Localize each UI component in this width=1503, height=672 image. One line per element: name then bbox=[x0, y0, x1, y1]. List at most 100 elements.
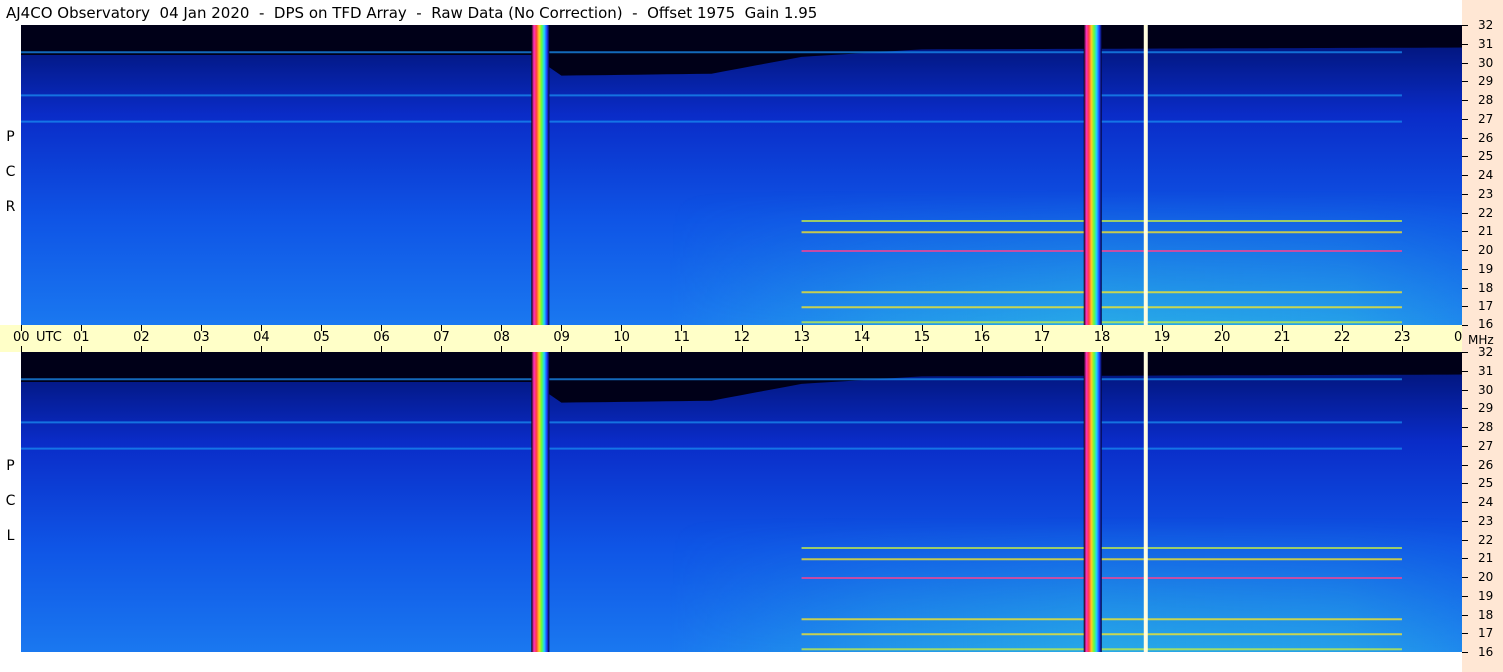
utc-tick-mark bbox=[1341, 346, 1343, 352]
freq-tick-label: 25 bbox=[1478, 149, 1494, 164]
freq-tick-mark bbox=[1462, 539, 1468, 541]
utc-tick-mark bbox=[741, 346, 743, 352]
calibration-band bbox=[1083, 25, 1102, 325]
utc-tick-label: 07 bbox=[433, 330, 450, 345]
freq-tick-label: 21 bbox=[1478, 551, 1494, 566]
freq-tick-label: 19 bbox=[1478, 588, 1494, 603]
utc-tick-mark bbox=[1281, 325, 1283, 331]
utc-tick-mark bbox=[1221, 346, 1223, 352]
utc-tick-label: 19 bbox=[1153, 330, 1171, 345]
daytime-brightening bbox=[21, 25, 1462, 325]
utc-tick-mark bbox=[381, 325, 383, 331]
signal-line bbox=[21, 51, 1402, 54]
utc-tick-mark bbox=[81, 346, 83, 352]
freq-tick-label: 29 bbox=[1478, 74, 1494, 89]
freq-tick-label: 26 bbox=[1478, 130, 1494, 145]
freq-tick-mark bbox=[1462, 652, 1468, 653]
utc-tick-mark bbox=[921, 346, 923, 352]
utc-tick-mark bbox=[381, 346, 383, 352]
utc-tick-mark bbox=[1041, 346, 1043, 352]
rcp-letter-c: C bbox=[5, 164, 16, 180]
freq-tick-mark bbox=[1462, 25, 1468, 26]
freq-tick-label: 27 bbox=[1478, 111, 1494, 126]
white-band bbox=[1143, 352, 1148, 652]
freq-tick-mark bbox=[1462, 614, 1468, 616]
utc-tick-label: 12 bbox=[733, 330, 751, 345]
freq-tick-mark bbox=[1462, 100, 1468, 101]
utc-tick-mark bbox=[321, 346, 323, 352]
freq-tick-mark bbox=[1462, 558, 1468, 560]
freq-tick-mark bbox=[1462, 156, 1468, 158]
utc-tick-mark bbox=[501, 346, 503, 352]
utc-tick-mark bbox=[261, 346, 263, 352]
rcp-letter-r: P bbox=[6, 129, 15, 145]
freq-tick-mark bbox=[1462, 306, 1468, 308]
freq-tick-label: 20 bbox=[1478, 570, 1494, 584]
utc-tick-label: 17 bbox=[1033, 330, 1051, 345]
utc-tick-mark bbox=[1041, 325, 1043, 331]
calibration-band bbox=[531, 352, 550, 652]
utc-tick-label: 18 bbox=[1093, 330, 1111, 345]
calibration-band bbox=[531, 25, 550, 325]
utc-tick-mark bbox=[981, 346, 983, 352]
freq-tick-label: 31 bbox=[1478, 363, 1494, 378]
utc-tick-mark bbox=[501, 325, 503, 331]
rcp-letter-p: R bbox=[5, 199, 16, 215]
freq-tick-mark bbox=[1462, 577, 1468, 578]
freq-tick-label: 29 bbox=[1478, 401, 1494, 416]
freq-tick-label: 26 bbox=[1478, 457, 1494, 472]
utc-tick-mark bbox=[201, 346, 203, 352]
utc-tick-mark bbox=[861, 325, 863, 331]
utc-tick-label: 23 bbox=[1393, 330, 1411, 345]
lcp-label: P C L bbox=[0, 449, 21, 554]
utc-tick-label: 10 bbox=[613, 330, 630, 345]
freq-tick-mark bbox=[1462, 389, 1468, 391]
utc-tick-mark bbox=[141, 346, 143, 352]
freq-tick-mark bbox=[1462, 595, 1468, 597]
utc-tick-mark bbox=[441, 346, 443, 352]
freq-tick-mark bbox=[1462, 408, 1468, 410]
signal-line bbox=[21, 447, 1402, 450]
utc-tick-mark bbox=[621, 346, 623, 352]
utc-tick-label: 11 bbox=[673, 330, 690, 345]
utc-tick-mark bbox=[741, 325, 743, 331]
utc-tick-mark bbox=[981, 325, 983, 331]
freq-tick-mark bbox=[1462, 520, 1468, 522]
rcp-spectrogram-svg bbox=[21, 25, 1462, 325]
freq-tick-mark bbox=[1462, 212, 1468, 214]
freq-tick-label: 16 bbox=[1478, 317, 1494, 331]
utc-tick-label: 13 bbox=[793, 330, 811, 345]
utc-tick-mark bbox=[561, 346, 563, 352]
utc-tick-mark bbox=[921, 325, 923, 331]
freq-tick-label: 24 bbox=[1478, 495, 1494, 509]
freq-tick-mark bbox=[1462, 370, 1468, 372]
freq-tick-label: 27 bbox=[1478, 438, 1494, 453]
freq-tick-mark bbox=[1462, 137, 1468, 139]
utc-tick-mark bbox=[141, 325, 143, 331]
freq-tick-mark bbox=[1462, 325, 1468, 326]
freq-tick-label: 21 bbox=[1478, 224, 1494, 239]
white-band bbox=[1143, 25, 1148, 325]
utc-tick-label: 01 bbox=[73, 330, 90, 345]
utc-tick-mark bbox=[861, 346, 863, 352]
daytime-brightening bbox=[21, 352, 1462, 652]
lcp-spectrogram bbox=[21, 352, 1462, 652]
utc-tick-label: 22 bbox=[1333, 330, 1351, 345]
utc-tick-label: 00 bbox=[13, 330, 30, 345]
utc-tick-mark bbox=[441, 325, 443, 331]
freq-tick-label: 23 bbox=[1478, 186, 1494, 201]
lcp-letter-c: C bbox=[5, 493, 16, 509]
lcp-letter-p: P bbox=[6, 458, 15, 474]
utc-tick-label: 08 bbox=[493, 330, 510, 345]
freq-tick-label: 18 bbox=[1478, 607, 1494, 622]
signal-line bbox=[21, 378, 1402, 381]
utc-tick-label: 02 bbox=[133, 330, 150, 345]
freq-tick-mark bbox=[1462, 175, 1468, 176]
freq-tick-label: 18 bbox=[1478, 280, 1494, 295]
utc-time-axis: 00 01 02 03 04 05 06 07 08 09 10 11 12 13 14 15 16 17 18 19… bbox=[0, 325, 1471, 352]
utc-tick-mark bbox=[681, 325, 683, 331]
freq-tick-label: 20 bbox=[1478, 243, 1494, 257]
utc-tick-mark bbox=[681, 346, 683, 352]
utc-tick-mark bbox=[561, 325, 563, 331]
utc-tick-mark bbox=[1161, 346, 1163, 352]
